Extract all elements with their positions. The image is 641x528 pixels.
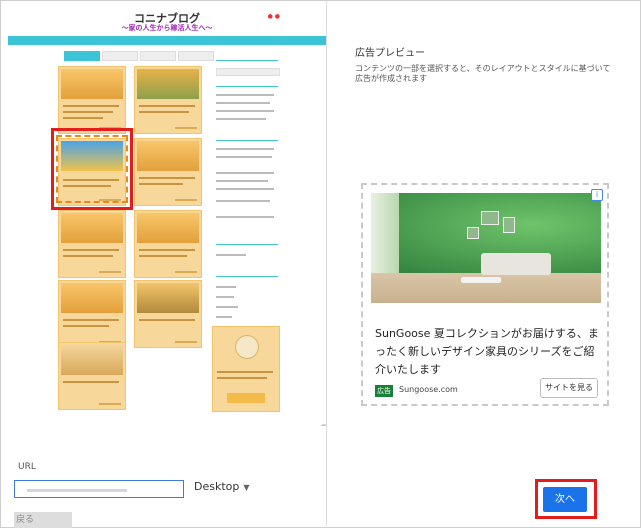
device-select-value: Desktop xyxy=(194,480,240,493)
preview-title: 広告プレビュー xyxy=(355,48,425,59)
chevron-down-icon: ▼ xyxy=(243,483,250,492)
visit-site-button[interactable]: サイトを見る xyxy=(540,378,598,398)
website-preview[interactable]: コニナブログ ～家の人生から稼活人生へ～ ● ● xyxy=(8,4,327,426)
ad-domain: Sungoose.com xyxy=(399,385,458,394)
selection-dashed-outline xyxy=(56,135,128,203)
site-subtitle: ～家の人生から稼活人生へ～ xyxy=(121,24,213,32)
tab-3[interactable] xyxy=(140,51,176,61)
tab-4[interactable] xyxy=(178,51,214,61)
preview-description: コンテンツの一部を選択すると、そのレイアウトとスタイルに基づいて広告が作成されま… xyxy=(355,64,611,83)
url-label: URL xyxy=(18,462,36,472)
article-card[interactable] xyxy=(134,210,202,278)
site-tabs[interactable] xyxy=(64,51,214,61)
tab-1[interactable] xyxy=(64,51,100,61)
url-value-blurred xyxy=(27,489,127,492)
next-button[interactable]: 次へ xyxy=(543,487,587,512)
ad-badge: 広告 xyxy=(375,385,393,397)
article-card[interactable] xyxy=(58,342,126,410)
ad-copy: SunGoose 夏コレクションがお届けする、まったく新しいデザイン家具のシリー… xyxy=(375,327,599,376)
article-card[interactable] xyxy=(134,280,202,348)
ad-preview[interactable]: i SunGoose 夏コレクションがお届けする、まったく新しいデザイン家具のシ… xyxy=(361,183,609,406)
article-card[interactable] xyxy=(58,210,126,278)
article-card[interactable] xyxy=(58,66,126,134)
device-select[interactable]: Desktop ▼ xyxy=(194,480,250,493)
sidebar-profile-card[interactable] xyxy=(212,326,280,412)
info-icon[interactable]: i xyxy=(591,189,603,201)
next-highlight: 次へ xyxy=(535,479,597,519)
url-input[interactable] xyxy=(14,480,184,498)
back-button[interactable]: 戻る xyxy=(14,512,72,528)
article-card[interactable] xyxy=(58,280,126,348)
site-navbar[interactable] xyxy=(8,36,326,45)
social-icons[interactable]: ● ● xyxy=(268,13,280,20)
panel-divider xyxy=(326,0,327,526)
ad-image xyxy=(371,193,601,303)
tab-2[interactable] xyxy=(102,51,138,61)
article-card[interactable] xyxy=(134,66,202,134)
article-card[interactable] xyxy=(134,138,202,206)
